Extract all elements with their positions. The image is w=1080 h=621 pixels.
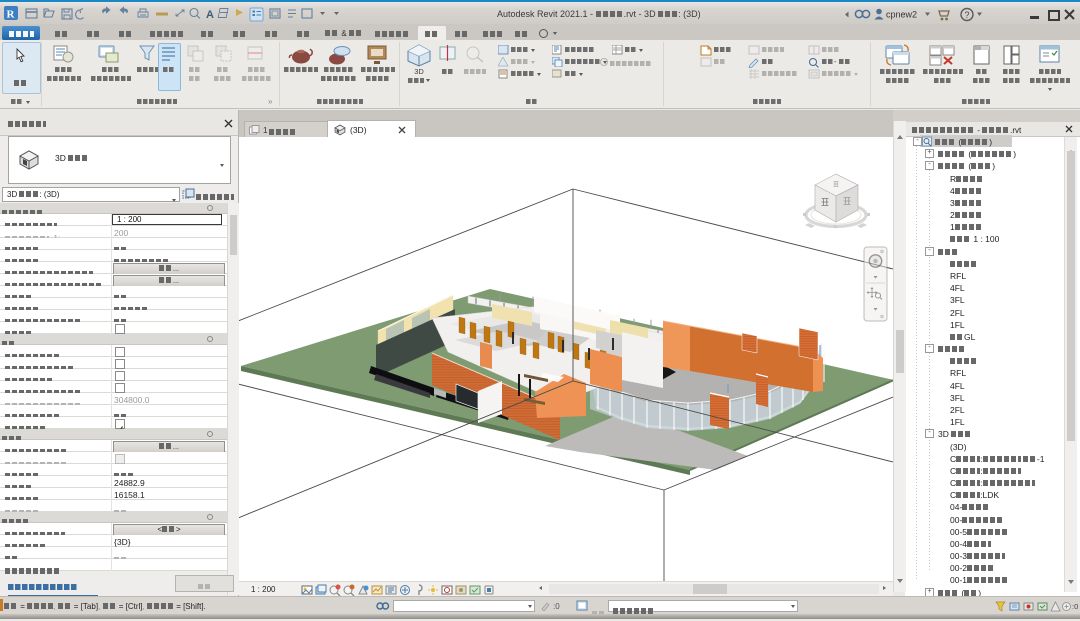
svg-text:A: A [206, 9, 214, 21]
svg-text:R: R [7, 9, 16, 21]
svg-text:cpnew2: cpnew2 [886, 10, 917, 20]
svg-text:?: ? [965, 10, 970, 20]
